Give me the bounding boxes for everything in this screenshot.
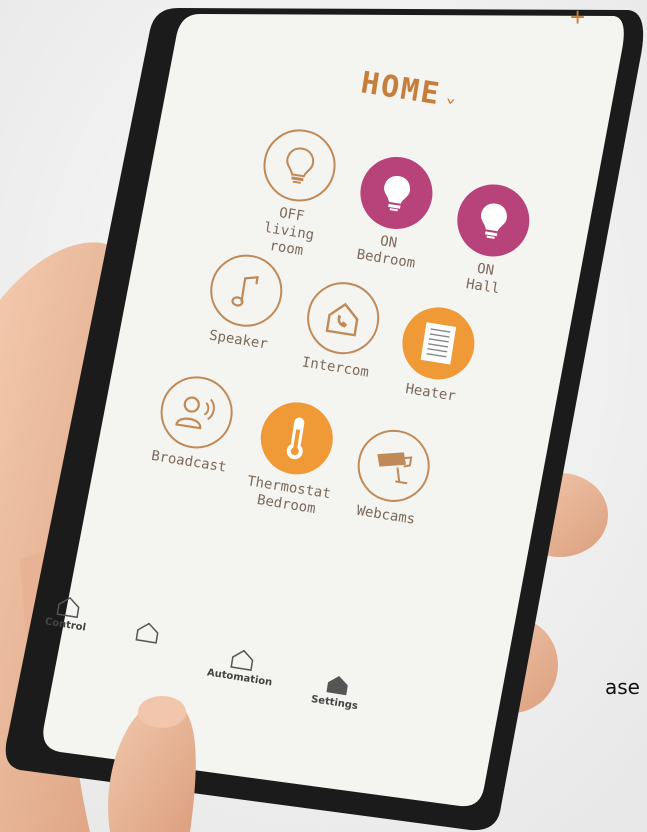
bulb-icon (452, 179, 535, 262)
home-filled-icon (326, 675, 348, 696)
bulb-icon (355, 151, 438, 235)
home-icon (135, 622, 159, 644)
tile-status: ON (475, 260, 496, 280)
tile-label: Webcams (355, 502, 417, 528)
camera-icon (352, 424, 435, 508)
tile-label: Intercom (300, 354, 370, 381)
nav-second[interactable] (133, 620, 162, 648)
broadcast-icon (155, 371, 238, 454)
nav-label: Settings (310, 693, 359, 713)
tile-label: living room (262, 219, 316, 259)
tile-label: Hall (464, 276, 501, 298)
nav-control[interactable]: Control (44, 593, 90, 634)
tile-broadcast[interactable]: Broadcast (143, 370, 247, 478)
tile-speaker[interactable]: Speaker (193, 248, 297, 356)
tile-living-room[interactable]: OFF living room (241, 123, 350, 264)
nav-automation[interactable]: Automation (206, 644, 277, 689)
photo-scene: + HOME ⌄ OFF living room ON Bedroom ON Hall (0, 0, 647, 832)
bulb-icon (258, 124, 341, 207)
home-icon (230, 649, 254, 671)
nav-settings[interactable]: Settings (310, 670, 362, 712)
tile-label: Broadcast (150, 447, 228, 476)
tile-bedroom-light[interactable]: ON Bedroom (340, 150, 446, 275)
home-icon (56, 596, 80, 619)
tile-thermostat-bedroom[interactable]: Thermostat Bedroom (236, 395, 352, 521)
tile-label: Speaker (208, 327, 269, 353)
page-title[interactable]: HOME ⌄ (359, 65, 461, 115)
home-title-text: HOME (358, 65, 444, 113)
intercom-icon (301, 276, 385, 360)
nav-label: Automation (206, 667, 273, 689)
tile-intercom[interactable]: Intercom (289, 276, 393, 384)
heater-icon (397, 302, 480, 385)
music-note-icon (205, 249, 288, 332)
edge-text: ase (605, 675, 640, 699)
tile-label: Heater (404, 380, 457, 405)
tile-status: ON (379, 233, 399, 252)
tile-label: Bedroom (355, 246, 417, 272)
tile-webcams[interactable]: Webcams (340, 423, 444, 531)
tile-heater[interactable]: Heater (385, 301, 489, 409)
thermometer-icon (255, 397, 338, 480)
tile-hall-light[interactable]: ON Hall (437, 178, 543, 303)
chevron-down-icon: ⌄ (444, 86, 460, 108)
nav-label: Control (44, 616, 87, 634)
